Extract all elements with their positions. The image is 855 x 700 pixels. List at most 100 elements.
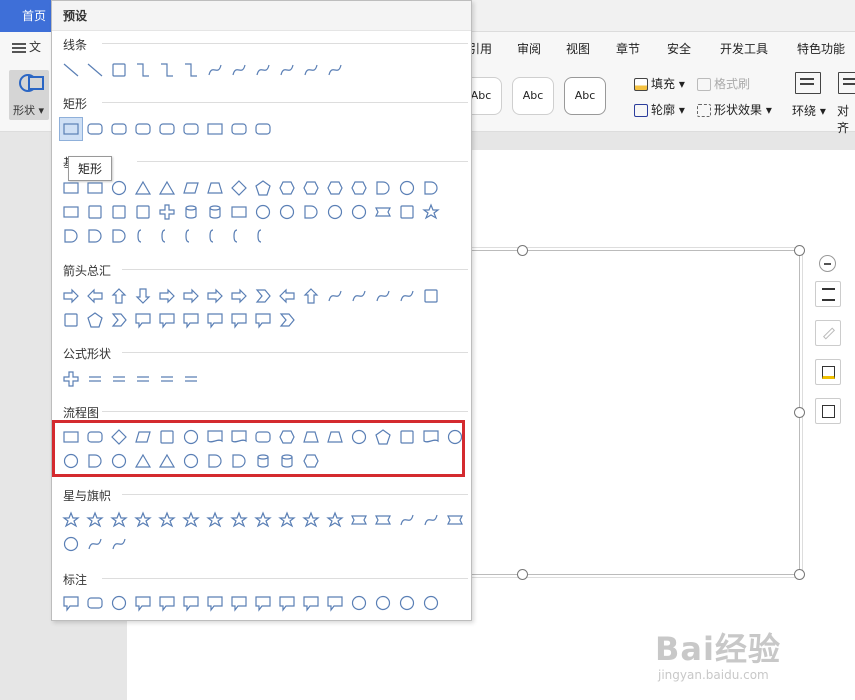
- shape-border-callout4[interactable]: [419, 591, 443, 615]
- shape-curve[interactable]: [203, 58, 227, 82]
- shape-divide[interactable]: [131, 367, 155, 391]
- shape-arc[interactable]: [299, 200, 323, 224]
- shape-effects-button[interactable]: 形状效果 ▾: [697, 101, 772, 118]
- shape-pie[interactable]: [371, 176, 395, 200]
- align-button[interactable]: 对齐: [837, 102, 855, 136]
- shape-decagon[interactable]: [347, 176, 371, 200]
- shape-border-callout1[interactable]: [347, 591, 371, 615]
- shape-pentagon-arrow[interactable]: [83, 308, 107, 332]
- shape-left-callout[interactable]: [155, 308, 179, 332]
- shape-parallelogram[interactable]: [179, 176, 203, 200]
- shape-star8[interactable]: [203, 508, 227, 532]
- shape-multiply[interactable]: [107, 367, 131, 391]
- shape-ribbon-up[interactable]: [347, 508, 371, 532]
- shape-minus[interactable]: [83, 367, 107, 391]
- shape-rect-callout[interactable]: [59, 591, 83, 615]
- shape-curved-down[interactable]: [395, 284, 419, 308]
- shape-down-arrow[interactable]: [131, 284, 155, 308]
- shape-rounded-rect[interactable]: [251, 117, 275, 141]
- collapse-icon[interactable]: [819, 255, 836, 272]
- shape-u-turn[interactable]: [251, 284, 275, 308]
- shape-star32[interactable]: [323, 508, 347, 532]
- shape-up-arrow[interactable]: [107, 284, 131, 308]
- shape-arc[interactable]: [107, 224, 131, 248]
- shape-arrow[interactable]: [107, 58, 131, 82]
- shape-left-up-arrow[interactable]: [275, 284, 299, 308]
- shape-bevel[interactable]: [227, 200, 251, 224]
- shape-right-brace[interactable]: [251, 224, 275, 248]
- file-menu-button[interactable]: 文: [12, 38, 41, 55]
- format-painter-button[interactable]: 格式刷: [697, 75, 750, 92]
- shape-snip-round[interactable]: [155, 117, 179, 141]
- shape-star5[interactable]: [131, 508, 155, 532]
- shape-brace-pair[interactable]: [155, 224, 179, 248]
- shape-accent-callout1[interactable]: [251, 591, 275, 615]
- shape-cube[interactable]: [203, 200, 227, 224]
- shape-star16[interactable]: [275, 508, 299, 532]
- tab-5[interactable]: 开发工具: [720, 40, 768, 57]
- shape-snip-rect[interactable]: [107, 117, 131, 141]
- shape-star4[interactable]: [107, 508, 131, 532]
- shape-curved-up[interactable]: [371, 284, 395, 308]
- shape-curved-right[interactable]: [323, 284, 347, 308]
- shape-rect[interactable]: [59, 117, 83, 141]
- shape-l-shape[interactable]: [107, 200, 131, 224]
- shape-right-bracket[interactable]: [203, 224, 227, 248]
- shape-double-wave[interactable]: [107, 532, 131, 556]
- shape-quad-arrow[interactable]: [179, 284, 203, 308]
- shape-curved-left[interactable]: [347, 284, 371, 308]
- shape-can[interactable]: [179, 200, 203, 224]
- resize-handle[interactable]: [517, 245, 528, 256]
- shape-line-callout1[interactable]: [155, 591, 179, 615]
- shape-line-callout3[interactable]: [203, 591, 227, 615]
- shape-bent-up-arrow[interactable]: [299, 284, 323, 308]
- shape-half-frame[interactable]: [83, 200, 107, 224]
- shape-left-bracket[interactable]: [179, 224, 203, 248]
- shape-notched-right[interactable]: [59, 308, 83, 332]
- shape-cloud-callout[interactable]: [131, 591, 155, 615]
- shape-lru-arrow[interactable]: [203, 284, 227, 308]
- shape-button[interactable]: 形状 ▾: [9, 70, 49, 120]
- shape-wave[interactable]: [83, 532, 107, 556]
- shape-curved-ribbon-down[interactable]: [419, 508, 443, 532]
- shape-bent-arrow[interactable]: [227, 284, 251, 308]
- shape-star10[interactable]: [227, 508, 251, 532]
- shape-right-triangle[interactable]: [155, 176, 179, 200]
- shape-curved-ribbon-up[interactable]: [395, 508, 419, 532]
- shape-line[interactable]: [83, 58, 107, 82]
- shape-not-equal[interactable]: [179, 367, 203, 391]
- outline-style-button[interactable]: [815, 398, 841, 424]
- shape-pentagon[interactable]: [251, 176, 275, 200]
- style-preset-3[interactable]: Abc: [564, 77, 606, 115]
- shape-curve-arrow2[interactable]: [251, 58, 275, 82]
- shape-folded-corner[interactable]: [323, 200, 347, 224]
- shape-rounded-rect[interactable]: [227, 117, 251, 141]
- shape-line[interactable]: [59, 58, 83, 82]
- tab-6[interactable]: 特色功能: [797, 40, 845, 57]
- shape-no-symbol[interactable]: [275, 200, 299, 224]
- shape-hexagon[interactable]: [275, 176, 299, 200]
- shape-left-brace[interactable]: [227, 224, 251, 248]
- shape-quad-callout[interactable]: [251, 308, 275, 332]
- selected-rectangle-shape[interactable]: [452, 247, 803, 578]
- shape-left-arrow[interactable]: [83, 284, 107, 308]
- shape-round-callout[interactable]: [83, 591, 107, 615]
- shape-circular-arrow[interactable]: [275, 308, 299, 332]
- resize-handle[interactable]: [794, 569, 805, 580]
- shape-heptagon[interactable]: [299, 176, 323, 200]
- shape-rect[interactable]: [203, 117, 227, 141]
- shape-right-arrow[interactable]: [59, 284, 83, 308]
- shape-equal[interactable]: [155, 367, 179, 391]
- shape-down-callout[interactable]: [203, 308, 227, 332]
- shape-trapezoid[interactable]: [203, 176, 227, 200]
- shape-star12[interactable]: [251, 508, 275, 532]
- tab-1[interactable]: 审阅: [517, 40, 541, 57]
- shape-donut[interactable]: [251, 200, 275, 224]
- shape-line-callout4[interactable]: [227, 591, 251, 615]
- shape-moon[interactable]: [59, 224, 83, 248]
- shape-frame[interactable]: [59, 200, 83, 224]
- style-preset-2[interactable]: Abc: [512, 77, 554, 115]
- shape-plus[interactable]: [59, 367, 83, 391]
- shape-chord[interactable]: [395, 176, 419, 200]
- shape-chevron[interactable]: [107, 308, 131, 332]
